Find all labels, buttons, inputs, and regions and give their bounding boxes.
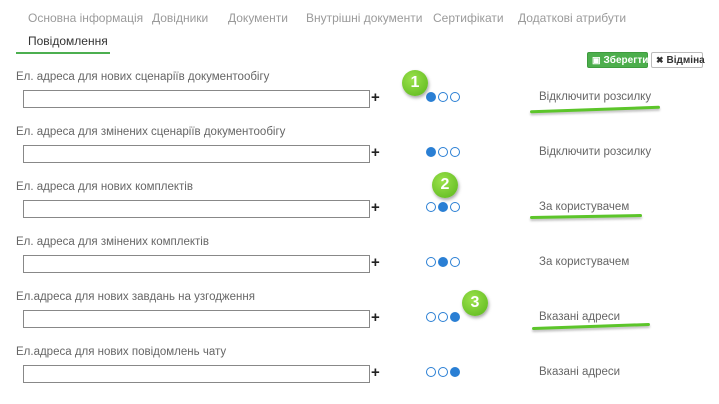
mode-label: Відключити розсилку: [539, 146, 652, 158]
annotation-underline: [529, 214, 643, 219]
email-field[interactable]: [23, 365, 370, 383]
mode-radio-disabled[interactable]: [426, 92, 436, 102]
add-email-button[interactable]: +: [371, 309, 380, 326]
mode-radio-disabled[interactable]: [426, 257, 436, 267]
mode-radio-by-user[interactable]: [438, 202, 448, 212]
mode-radio-group: [426, 257, 460, 267]
add-email-button[interactable]: +: [371, 254, 380, 271]
email-field[interactable]: [23, 200, 370, 218]
mode-label: Вказані адреси: [539, 366, 621, 378]
mode-radio-disabled[interactable]: [426, 312, 436, 322]
field-label: Ел. адреса для змінених комплектів: [16, 236, 209, 248]
mode-radio-specified[interactable]: [450, 147, 460, 157]
mode-label: За користувачем: [539, 201, 630, 213]
add-email-button[interactable]: +: [371, 199, 380, 216]
field-label: Ел. адреса для змінених сценаріїв докуме…: [16, 126, 286, 138]
tab-additional-attributes[interactable]: Додаткові атрибути: [518, 11, 626, 25]
save-button[interactable]: ▣ Зберегти: [587, 52, 648, 68]
add-email-button[interactable]: +: [371, 144, 380, 161]
field-label: Ел. адреса для нових комплектів: [16, 181, 193, 193]
annotation-badge: 2: [432, 172, 458, 198]
mode-label: За користувачем: [539, 256, 630, 268]
field-label: Ел.адреса для нових повідомлень чату: [16, 346, 227, 358]
mode-radio-by-user[interactable]: [438, 257, 448, 267]
mode-radio-by-user[interactable]: [438, 312, 448, 322]
mode-radio-disabled[interactable]: [426, 202, 436, 212]
mode-radio-specified[interactable]: [450, 202, 460, 212]
tab-bar: Основна інформація Довідники Документи В…: [0, 0, 719, 54]
tab-main-info[interactable]: Основна інформація: [28, 11, 143, 25]
mode-radio-by-user[interactable]: [438, 147, 448, 157]
floppy-disk-icon: ▣: [592, 54, 601, 65]
mode-radio-group: [426, 92, 460, 102]
close-icon: ✖: [656, 54, 664, 65]
mode-radio-group: [426, 367, 460, 377]
email-field[interactable]: [23, 145, 370, 163]
tab-documents[interactable]: Документи: [228, 11, 288, 25]
annotation-badge: 1: [402, 70, 428, 96]
email-field[interactable]: [23, 310, 370, 328]
tab-internal-documents[interactable]: Внутрішні документи: [306, 11, 422, 25]
field-label: Ел. адреса для нових сценаріїв документо…: [16, 71, 270, 83]
mode-radio-by-user[interactable]: [438, 92, 448, 102]
mode-radio-specified[interactable]: [450, 257, 460, 267]
tab-certificates[interactable]: Сертифікати: [433, 11, 504, 25]
annotation-underline: [531, 322, 651, 331]
tab-directories[interactable]: Довідники: [152, 11, 208, 25]
mode-radio-group: [426, 202, 460, 212]
mode-radio-specified[interactable]: [450, 367, 460, 377]
email-field[interactable]: [23, 255, 370, 273]
annotation-underline: [529, 105, 661, 114]
save-button-label: Зберегти: [603, 54, 649, 66]
mode-radio-specified[interactable]: [450, 92, 460, 102]
mode-radio-disabled[interactable]: [426, 147, 436, 157]
active-tab-indicator: [16, 52, 110, 54]
email-field[interactable]: [23, 90, 370, 108]
add-email-button[interactable]: +: [371, 89, 380, 106]
mode-radio-group: [426, 312, 460, 322]
mode-label: Вказані адреси: [539, 311, 621, 323]
mode-radio-by-user[interactable]: [438, 367, 448, 377]
mode-radio-specified[interactable]: [450, 312, 460, 322]
mode-label: Відключити розсилку: [539, 91, 652, 103]
cancel-button-label: Відміна: [666, 54, 705, 66]
mode-radio-group: [426, 147, 460, 157]
annotation-badge: 3: [462, 290, 488, 316]
add-email-button[interactable]: +: [371, 364, 380, 381]
mode-radio-disabled[interactable]: [426, 367, 436, 377]
cancel-button[interactable]: ✖ Відміна: [651, 52, 705, 68]
tab-notifications[interactable]: Повідомлення: [28, 34, 108, 48]
field-label: Ел.адреса для нових завдань на узгодженн…: [16, 291, 255, 303]
